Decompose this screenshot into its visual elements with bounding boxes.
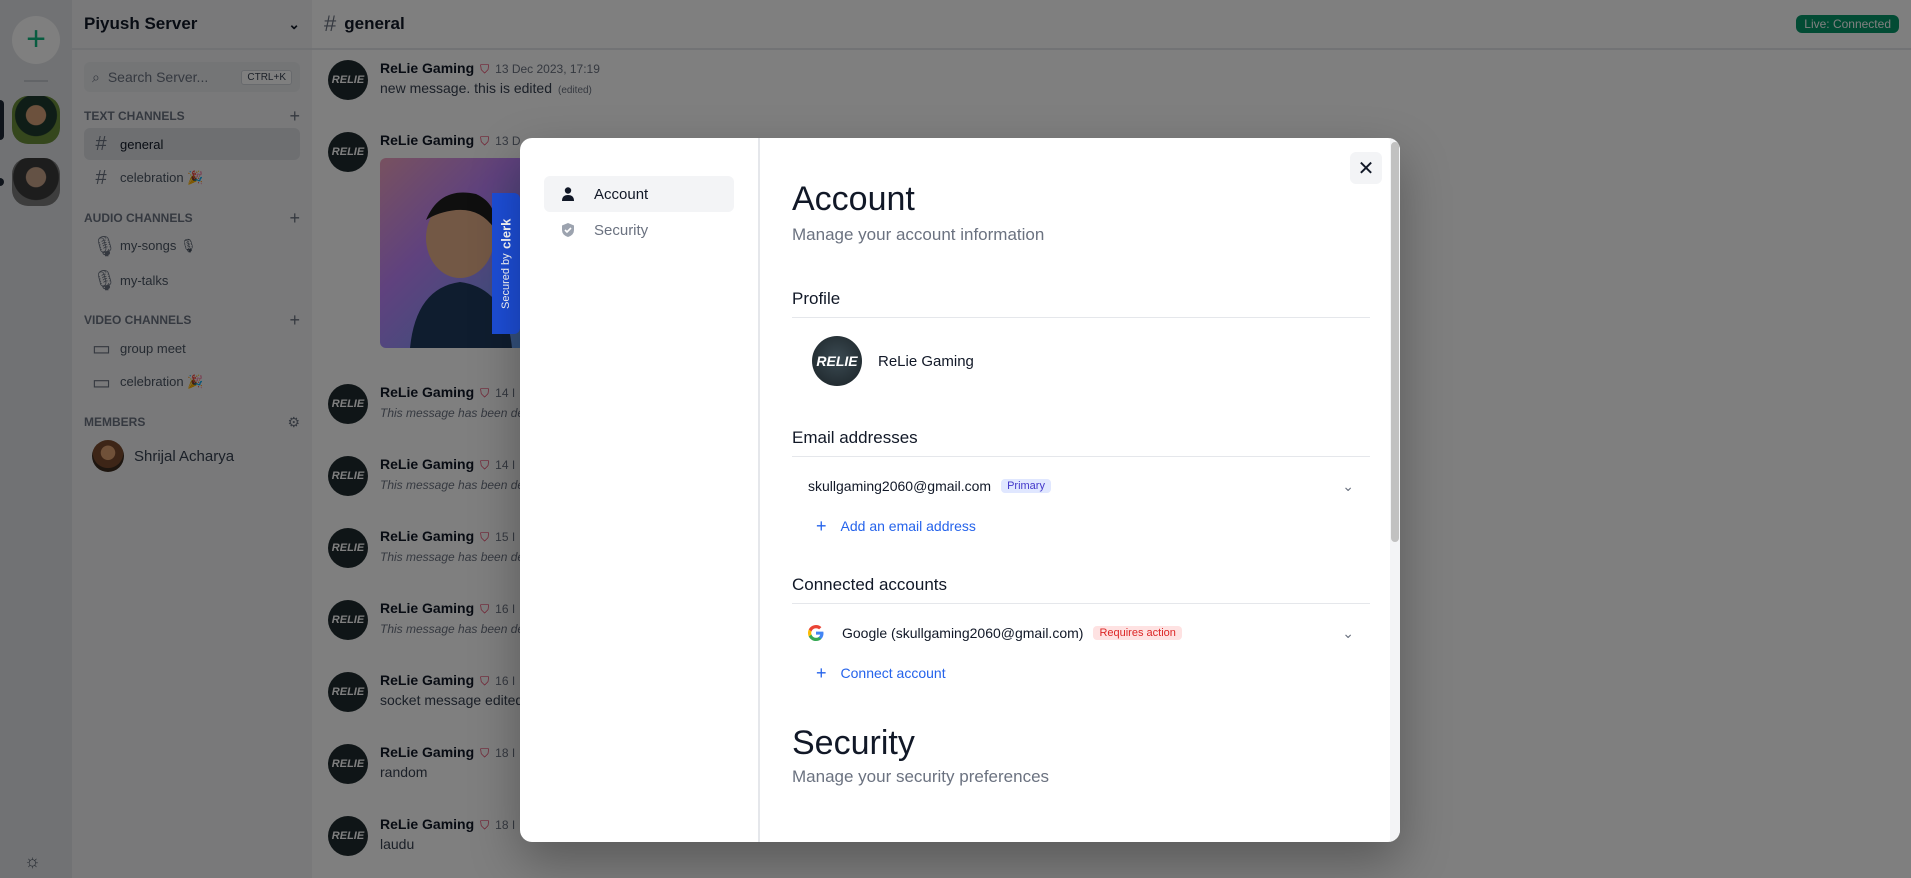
page-subtitle: Manage your account information [792,225,1045,244]
connected-account-row[interactable]: Google (skullgaming2060@gmail.com) Requi… [792,614,1370,652]
nav-security[interactable]: Security [544,212,734,248]
profile-name: ReLie Gaming [878,352,974,370]
modal-content: Account Manage your account information … [760,138,1400,842]
clerk-badge-prefix: Secured by [500,252,512,309]
profile-row[interactable]: RELIE ReLie Gaming [792,318,1370,404]
clerk-secured-badge[interactable]: Secured by clerk [492,193,520,334]
requires-action-badge: Requires action [1093,626,1182,640]
security-subtitle: Manage your security preferences [792,767,1050,786]
clerk-logo-text: clerk [498,218,514,249]
plus-icon: + [816,662,827,683]
modal-scrollbar[interactable] [1390,138,1400,842]
nav-account[interactable]: Account [544,176,734,212]
user-profile-modal: Account Security Account Manage your acc… [520,138,1400,842]
connected-accounts-section: Connected accounts Google (skullgaming20… [792,575,1370,688]
primary-badge: Primary [1001,479,1051,493]
connected-account-label: Google (skullgaming2060@gmail.com) [842,625,1084,641]
close-icon: ✕ [1357,157,1375,180]
connect-account-label: Connect account [840,665,946,681]
email-row[interactable]: skullgaming2060@gmail.com Primary ⌄ [792,467,1370,505]
section-heading: Connected accounts [792,575,1370,604]
security-section: Security Manage your security preference… [792,724,1370,787]
add-email-button[interactable]: + Add an email address [792,511,1370,541]
email-address: skullgaming2060@gmail.com [808,478,992,494]
connect-account-button[interactable]: + Connect account [792,658,1370,688]
add-email-label: Add an email address [840,518,976,534]
security-title: Security [792,724,915,762]
nav-account-label: Account [594,185,649,203]
profile-section: Profile RELIE ReLie Gaming [792,289,1370,404]
plus-icon: + [816,515,827,536]
section-heading: Email addresses [792,428,1370,457]
email-section: Email addresses skullgaming2060@gmail.co… [792,428,1370,541]
nav-security-label: Security [594,221,649,239]
user-icon [562,187,574,201]
section-heading: Profile [792,289,1370,318]
close-button[interactable]: ✕ [1350,152,1382,184]
scrollbar-thumb[interactable] [1391,142,1399,542]
google-icon [808,625,824,641]
chevron-down-icon[interactable]: ⌄ [1342,625,1354,642]
chevron-down-icon[interactable]: ⌄ [1342,478,1354,495]
modal-nav: Account Security [520,138,760,842]
page-title: Account [792,180,915,218]
avatar: RELIE [812,336,862,386]
shield-check-icon [562,223,574,237]
